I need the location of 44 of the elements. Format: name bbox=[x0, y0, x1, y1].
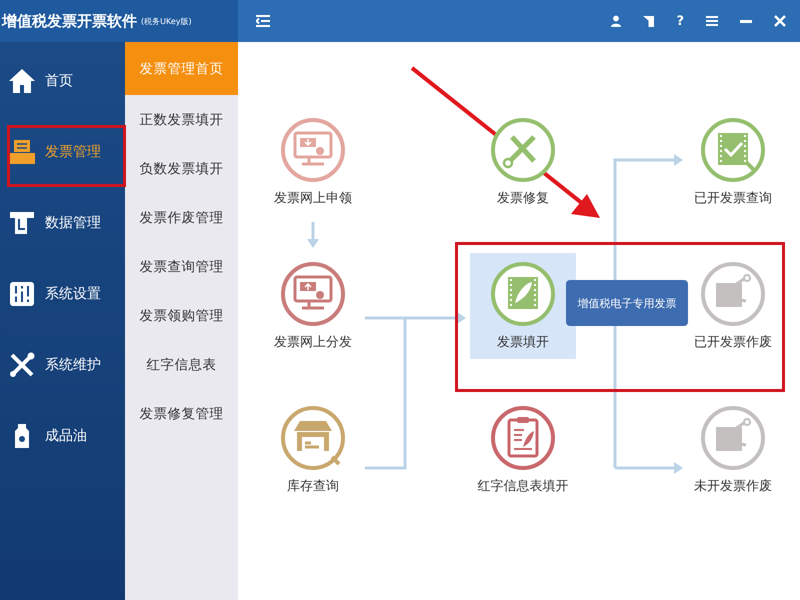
workflow-node[interactable]: 库存查询 bbox=[270, 397, 356, 503]
help-icon[interactable]: ? bbox=[676, 14, 684, 28]
workflow-node[interactable]: 红字信息表填开 bbox=[480, 397, 566, 503]
submenu-item[interactable]: 红字信息表 bbox=[125, 340, 238, 389]
tooltip: 增值税电子专用发票 bbox=[566, 280, 688, 326]
sidebar-item[interactable]: 成品油 bbox=[0, 400, 125, 471]
user-icon[interactable] bbox=[611, 15, 622, 27]
sidebar-item[interactable]: 数据管理 bbox=[0, 187, 125, 258]
window-subtitle: (税务UKey版) bbox=[141, 16, 192, 26]
clipboard-icon bbox=[490, 405, 556, 471]
minimize-icon[interactable] bbox=[740, 20, 752, 22]
home-icon bbox=[9, 68, 35, 94]
workflow-node[interactable]: 未开发票作废 bbox=[690, 397, 776, 503]
bookmark-icon[interactable] bbox=[643, 16, 654, 26]
submenu-item[interactable]: 发票领购管理 bbox=[125, 291, 238, 340]
workflow-node[interactable]: 发票网上分发 bbox=[270, 253, 356, 359]
submenu-item[interactable]: 发票作废管理 bbox=[125, 193, 238, 242]
workflow-node[interactable]: 已开发票作废 bbox=[690, 253, 776, 359]
monitor-down-icon bbox=[280, 117, 346, 183]
submenu-item[interactable]: 发票查询管理 bbox=[125, 242, 238, 291]
tools-icon bbox=[490, 117, 556, 183]
submenu-item[interactable]: 正数发票填开 bbox=[125, 95, 238, 144]
warehouse-icon bbox=[280, 405, 346, 471]
sidebar-item[interactable]: 首页 bbox=[0, 45, 125, 116]
doc-feather-icon bbox=[490, 261, 556, 327]
submenu-item[interactable]: 负数发票填开 bbox=[125, 144, 238, 193]
tools-icon bbox=[9, 352, 35, 378]
connector-arrow bbox=[307, 222, 319, 248]
menu-icon[interactable] bbox=[706, 16, 718, 26]
sliders-icon bbox=[9, 280, 35, 306]
collapse-menu-icon[interactable] bbox=[256, 15, 270, 27]
sidebar-item[interactable]: 系统设置 bbox=[0, 258, 125, 329]
window-title: 增值税发票开票软件 bbox=[2, 12, 137, 30]
close-icon[interactable] bbox=[774, 15, 786, 27]
doc-check-icon bbox=[700, 117, 766, 183]
workflow-node[interactable]: 发票修复 bbox=[480, 109, 566, 215]
sidebar-item[interactable]: 发票管理 bbox=[0, 116, 125, 187]
monitor-up-icon bbox=[280, 261, 346, 327]
submenu-item[interactable]: 发票修复管理 bbox=[125, 389, 238, 438]
workflow-node[interactable]: 已开发票查询 bbox=[690, 109, 776, 215]
printer-icon bbox=[9, 138, 35, 164]
workflow-node[interactable]: 发票网上申领 bbox=[270, 109, 356, 215]
workflow-node[interactable]: 发票填开 bbox=[470, 253, 576, 359]
sidebar-item[interactable]: 系统维护 bbox=[0, 329, 125, 400]
